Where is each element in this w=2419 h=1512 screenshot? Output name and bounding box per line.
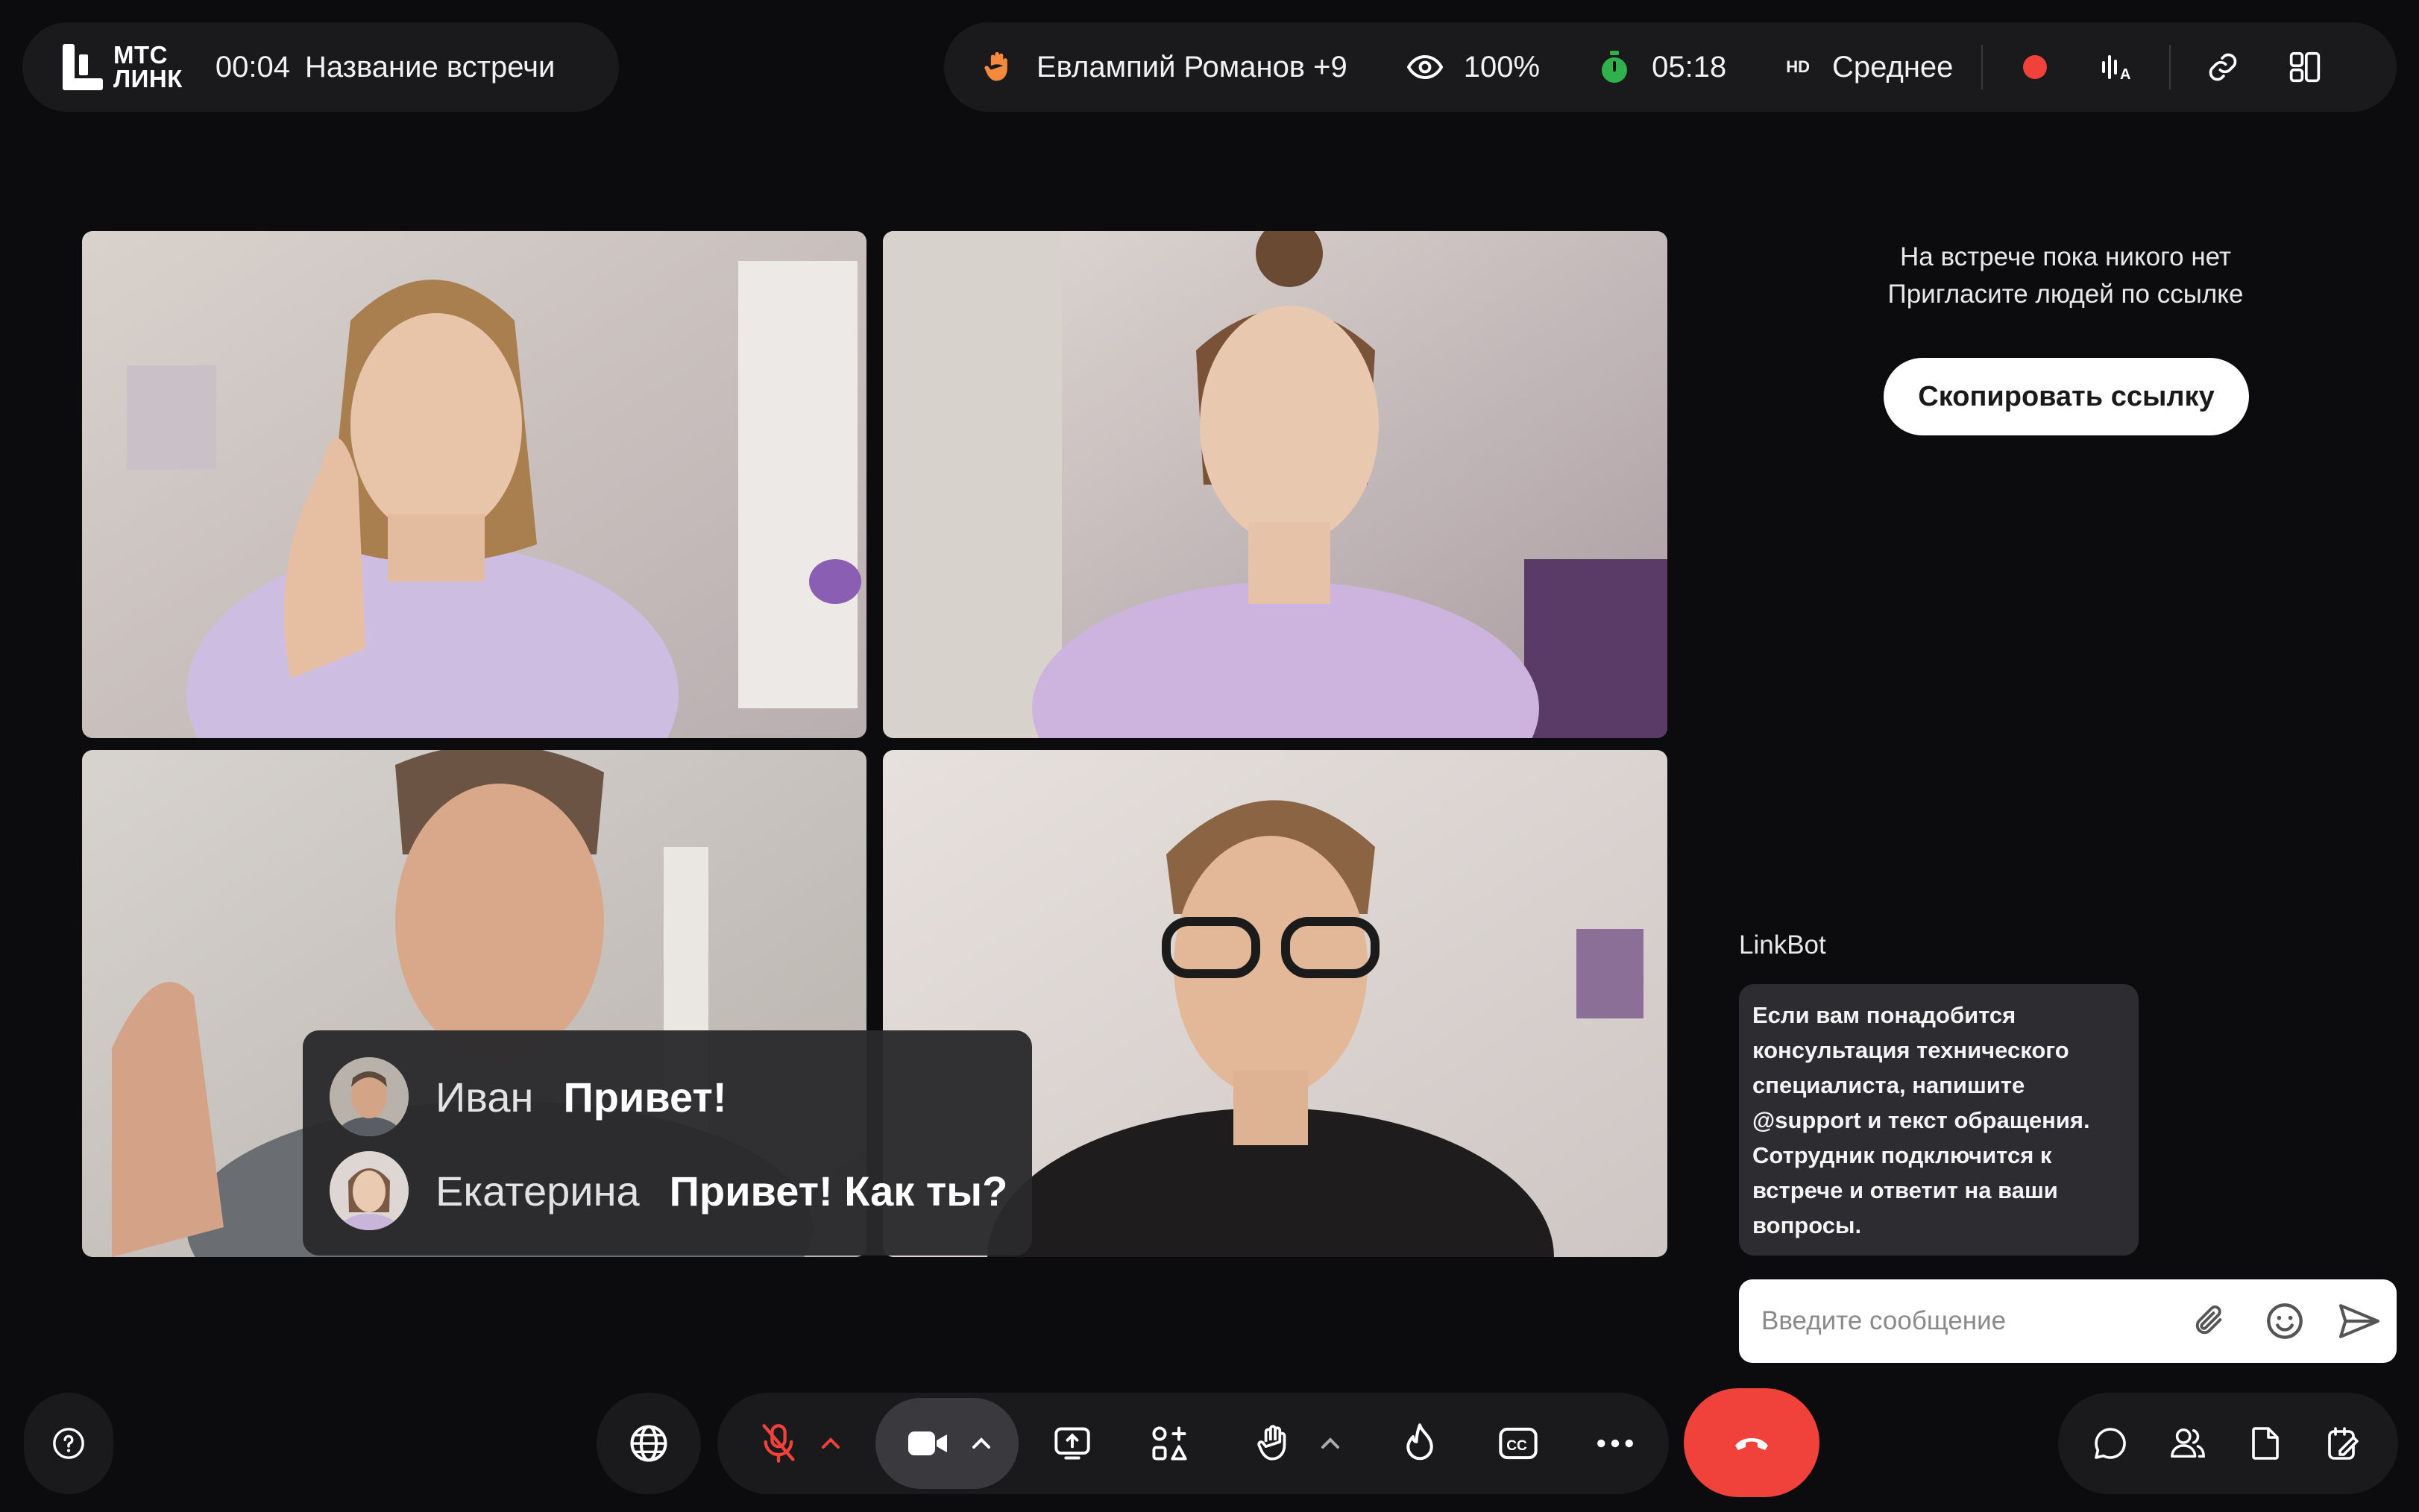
eye-icon <box>1406 54 1443 80</box>
elapsed-time: 00:04 <box>215 50 290 84</box>
link-icon <box>2209 53 2237 81</box>
apps-icon <box>1152 1426 1187 1461</box>
more-icon <box>1597 1439 1633 1448</box>
avatar <box>330 1057 409 1136</box>
hand-options-button[interactable] <box>1314 1427 1347 1460</box>
files-button[interactable] <box>2245 1423 2286 1464</box>
raised-hands-indicator[interactable]: Евлампий Романов +9 <box>981 49 1347 85</box>
globe-icon <box>630 1425 667 1462</box>
reactions-button[interactable] <box>1396 1420 1444 1467</box>
emoji-button[interactable] <box>2264 1300 2306 1342</box>
layout-icon <box>2290 51 2321 83</box>
files-icon <box>2252 1427 2279 1460</box>
chevron-up-icon <box>972 1437 990 1449</box>
language-pill <box>597 1393 701 1494</box>
copy-link-cta-button[interactable]: Скопировать ссылку <box>1884 358 2249 435</box>
notes-button[interactable] <box>2322 1423 2364 1464</box>
empty-line-2: Пригласите людей по ссылке <box>1887 280 2244 309</box>
record-button[interactable] <box>2011 43 2059 91</box>
meeting-title[interactable]: Название встречи <box>305 51 555 84</box>
mic-toggle-button[interactable] <box>755 1420 802 1467</box>
raise-hand-icon <box>1257 1425 1286 1461</box>
mic-off-icon <box>762 1424 795 1463</box>
quality-selector[interactable]: HD Среднее <box>1786 51 1953 84</box>
meeting-status-bar: Евлампий Романов +9 100% 05:18 HD Средне… <box>944 22 2397 112</box>
visibility-indicator: 100% <box>1406 50 1541 84</box>
chat-icon <box>2095 1428 2126 1459</box>
mic-options-button[interactable] <box>814 1427 847 1460</box>
help-icon <box>53 1428 84 1459</box>
stopwatch-icon <box>1602 51 1628 83</box>
notes-icon <box>2328 1427 2359 1460</box>
camera-toggle-button[interactable] <box>904 1420 951 1467</box>
apps-button[interactable] <box>1145 1420 1193 1467</box>
hd-badge: HD <box>1786 57 1810 76</box>
svg-text:A: A <box>2120 66 2130 82</box>
meeting-info-bar: МТС ЛИНК 00:04 Название встречи <box>22 22 619 112</box>
mts-logo-icon <box>63 44 103 90</box>
voice-icon: A <box>2102 55 2131 82</box>
camera-icon <box>908 1431 947 1455</box>
caption-text: Привет! Как ты? <box>669 1167 1008 1215</box>
avatar <box>330 1151 409 1230</box>
more-button[interactable] <box>1591 1420 1639 1467</box>
caption-speaker: Иван <box>435 1073 534 1121</box>
svg-text:CC: CC <box>1506 1438 1527 1454</box>
chat-composer <box>1739 1279 2397 1363</box>
chevron-up-icon <box>1321 1437 1339 1449</box>
caption-row: Екатерина Привет! Как ты? <box>330 1151 1007 1230</box>
screen-share-icon <box>1054 1427 1090 1460</box>
caption-row: Иван Привет! <box>330 1057 727 1136</box>
attach-icon <box>2195 1305 2222 1335</box>
help-pill <box>24 1393 113 1494</box>
raise-hand-button[interactable] <box>1250 1420 1297 1467</box>
countdown-indicator: 05:18 <box>1599 51 1726 84</box>
end-call-icon <box>1735 1438 1768 1450</box>
attach-button[interactable] <box>2189 1300 2231 1342</box>
emoji-icon <box>2267 1303 2303 1339</box>
participants-button[interactable] <box>2167 1423 2209 1464</box>
caption-speaker: Екатерина <box>435 1167 640 1215</box>
reaction-icon <box>1406 1423 1433 1461</box>
record-icon <box>2023 55 2048 79</box>
participant-video <box>82 231 866 738</box>
video-tile-2[interactable] <box>883 231 1667 738</box>
chat-button[interactable] <box>2089 1423 2131 1464</box>
mts-link-logo: МТС ЛИНК <box>61 42 183 92</box>
raised-hands-text: Евлампий Романов +9 <box>1037 50 1347 84</box>
captions-icon: CC <box>1499 1427 1538 1460</box>
help-button[interactable] <box>46 1421 91 1466</box>
empty-line-1: На встрече пока никого нет <box>1900 242 2231 271</box>
empty-meeting-notice: На встрече пока никого нет Пригласите лю… <box>1723 239 2409 313</box>
logo-line-2: ЛИНК <box>113 65 183 92</box>
hand-icon <box>984 51 1007 81</box>
voice-button[interactable]: A <box>2093 43 2141 91</box>
chevron-up-icon <box>822 1437 840 1449</box>
message-input[interactable] <box>1761 1306 2179 1336</box>
quality-value: Среднее <box>1831 50 1954 84</box>
caption-text: Привет! <box>563 1073 727 1121</box>
chat-sender-name: LinkBot <box>1739 930 1826 960</box>
screen-share-button[interactable] <box>1048 1420 1096 1467</box>
chat-message: Если вам понадобится консультация технич… <box>1739 984 2139 1256</box>
captions-button[interactable]: CC <box>1494 1420 1542 1467</box>
end-call-button[interactable] <box>1684 1388 1819 1497</box>
logo-line-1: МТС <box>113 41 168 69</box>
send-icon <box>2339 1304 2379 1338</box>
live-captions: Иван Привет! Екатерина Привет! Как ты? <box>303 1030 1032 1256</box>
video-tile-1[interactable] <box>82 231 866 738</box>
participant-video <box>883 231 1667 738</box>
send-button[interactable] <box>2338 1300 2380 1342</box>
countdown-value: 05:18 <box>1652 50 1727 84</box>
divider <box>1981 45 1984 89</box>
side-panels-pill <box>2058 1393 2398 1494</box>
divider <box>2169 45 2171 89</box>
participants-icon <box>2171 1428 2205 1458</box>
visibility-value: 100% <box>1463 50 1541 84</box>
layout-button[interactable] <box>2281 43 2329 91</box>
language-button[interactable] <box>626 1421 671 1466</box>
copy-link-button[interactable] <box>2199 43 2247 91</box>
camera-options-button[interactable] <box>965 1427 998 1460</box>
